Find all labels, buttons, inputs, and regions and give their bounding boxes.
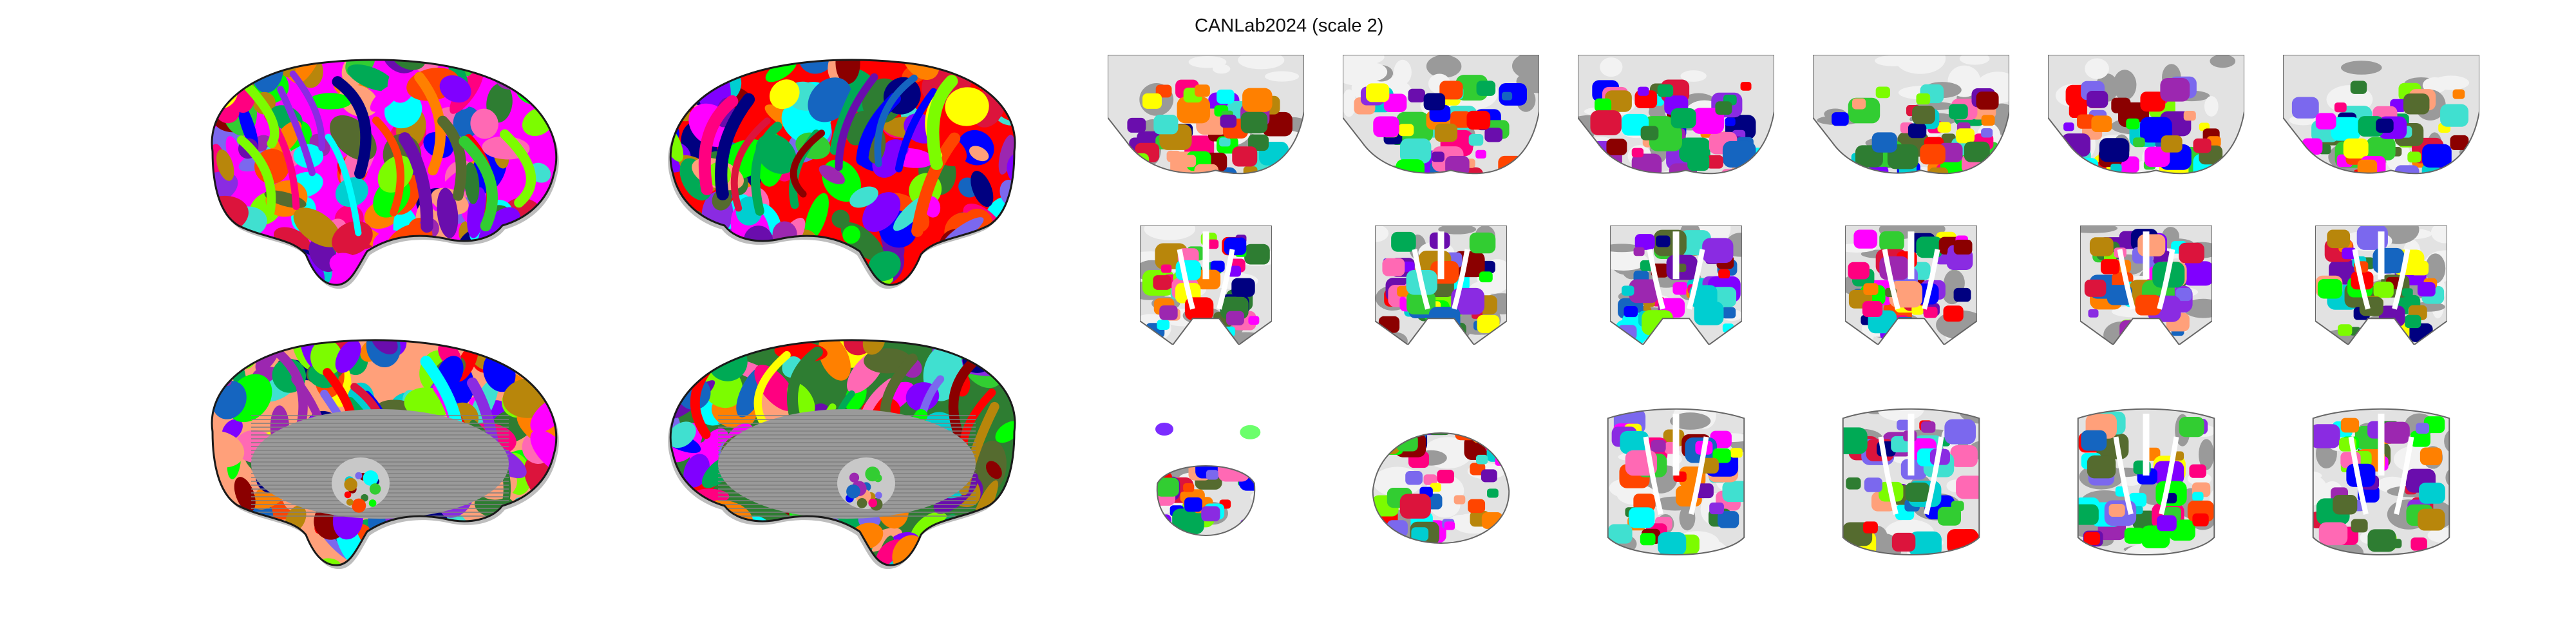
slice-sagittal-3 — [1578, 55, 1774, 180]
slice-coronal-1 — [1140, 226, 1272, 345]
slice-sagittal-1 — [1108, 55, 1304, 180]
brain-surface-lateral-left — [167, 45, 586, 290]
slice-coronal-4 — [1845, 226, 1977, 345]
slice-axial-5 — [2070, 406, 2222, 561]
slice-axial-4 — [1835, 406, 1987, 561]
slice-sagittal-4 — [1813, 55, 2009, 180]
slice-axial-6 — [2306, 406, 2457, 561]
brain-surface-medial-left — [167, 325, 586, 570]
slice-sagittal-2 — [1343, 55, 1539, 180]
slice-sagittal-5 — [2048, 55, 2244, 180]
brain-surface-lateral-right — [641, 45, 1059, 290]
slice-coronal-5 — [2080, 226, 2212, 345]
slice-coronal-6 — [2315, 226, 2447, 345]
slice-coronal-3 — [1610, 226, 1742, 345]
slice-axial-3 — [1600, 406, 1752, 561]
slice-coronal-2 — [1375, 226, 1507, 345]
slice-sagittal-6 — [2283, 55, 2479, 180]
brain-surface-medial-right — [641, 325, 1059, 570]
slice-axial-2 — [1365, 406, 1517, 561]
figure-title: CANLab2024 (scale 2) — [1195, 15, 1384, 36]
slice-axial-1 — [1137, 406, 1275, 561]
